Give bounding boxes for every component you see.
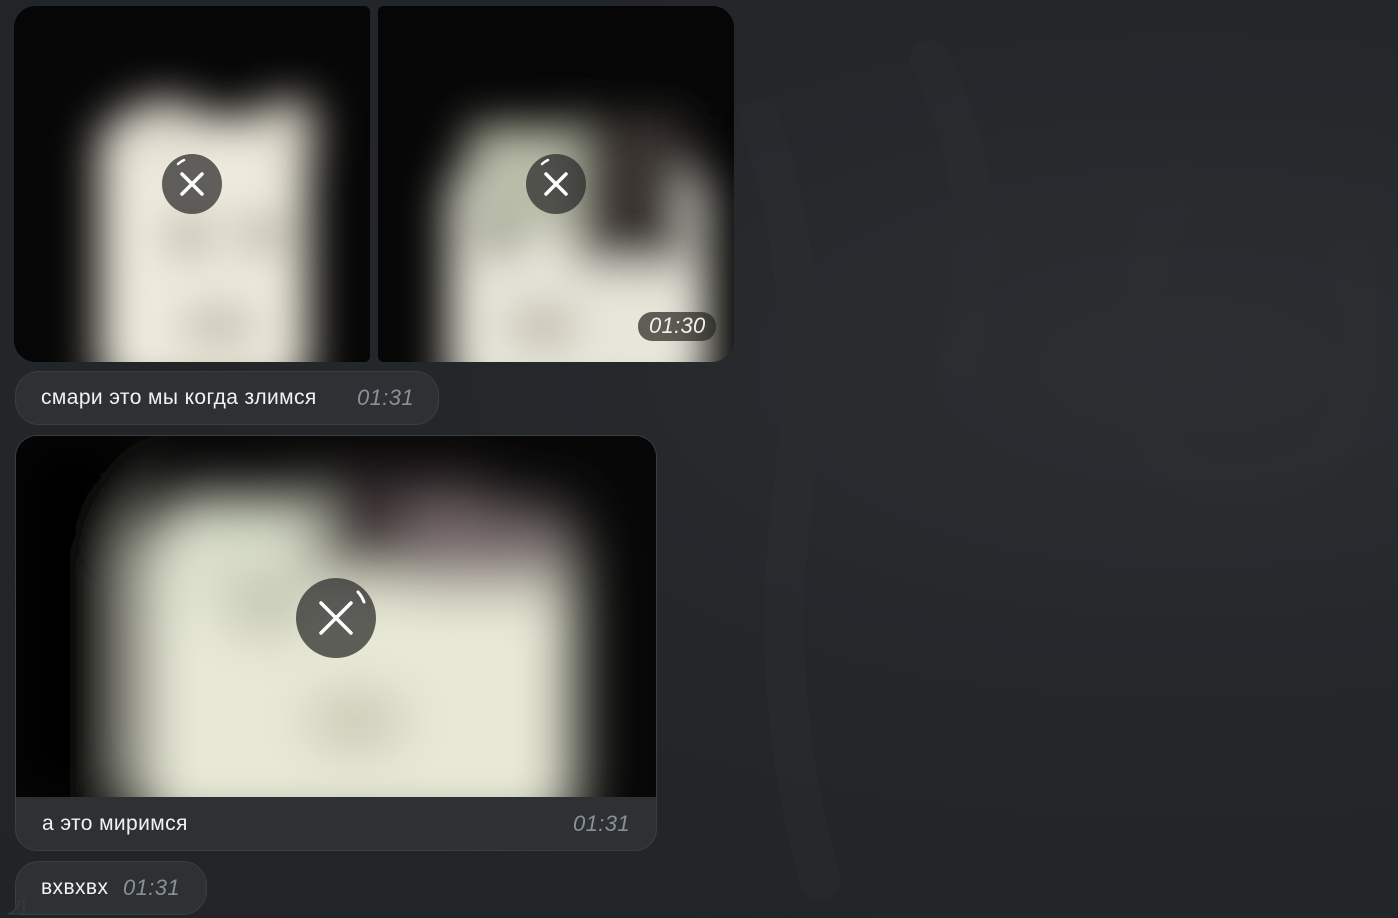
message-photo[interactable] <box>16 436 656 797</box>
bubble-tail <box>7 900 25 915</box>
message-time: 01:31 <box>356 385 414 410</box>
message-text: вхвхвх <box>41 876 109 899</box>
message-time: 01:31 <box>572 811 630 836</box>
photo-message[interactable]: а это миримся 01:31 <box>15 435 657 851</box>
message-bubble[interactable]: смари это мы когда злимся 01:31 <box>15 371 439 425</box>
cancel-download-button[interactable] <box>296 578 376 658</box>
close-icon <box>319 590 366 635</box>
message-text: а это миримся <box>42 812 188 835</box>
album-timestamp: 01:30 <box>638 312 716 341</box>
album-photo-1[interactable] <box>14 6 370 362</box>
close-icon <box>176 158 204 196</box>
close-icon <box>540 158 568 196</box>
album-photo-2[interactable]: 01:30 <box>378 6 734 362</box>
message-time: 01:31 <box>122 875 180 900</box>
chat-background: 01:30 смари это мы когда злимся 01:31 а … <box>0 0 1398 918</box>
message-bubble[interactable]: вхвхвх 01:31 <box>15 861 207 915</box>
cancel-download-button[interactable] <box>162 154 222 214</box>
photo-caption: а это миримся 01:31 <box>16 797 656 850</box>
cancel-download-button[interactable] <box>526 154 586 214</box>
message-text: смари это мы когда злимся <box>41 386 317 409</box>
